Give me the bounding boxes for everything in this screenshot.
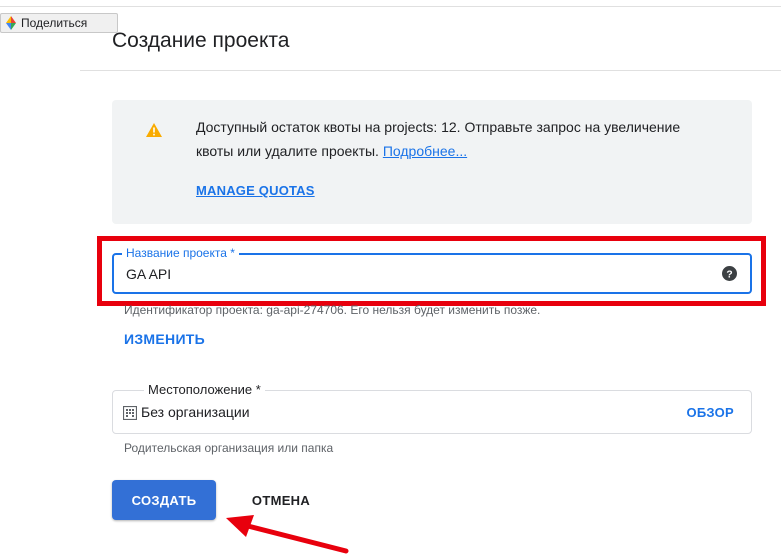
page-title: Создание проекта [112, 29, 290, 52]
share-label: Поделиться [21, 16, 88, 30]
location-value: Без организации [141, 404, 250, 420]
share-button[interactable]: Поделиться [0, 13, 118, 33]
location-hint: Родительская организация или папка [124, 441, 334, 455]
create-button[interactable]: СОЗДАТЬ [112, 480, 216, 520]
top-divider [0, 6, 781, 7]
warning-icon [146, 123, 162, 137]
share-logo-icon [6, 16, 16, 30]
browse-button[interactable]: ОБЗОР [686, 405, 734, 420]
manage-quotas-link[interactable]: MANAGE QUOTAS [196, 183, 315, 198]
learn-more-link[interactable]: Подробнее... [383, 143, 467, 159]
project-id-text: Идентификатор проекта: ga-api-274706. Ег… [124, 303, 541, 317]
building-icon [123, 406, 137, 420]
quota-message: Доступный остаток квоты на projects: 12.… [196, 115, 716, 163]
location-label: Местоположение * [144, 382, 265, 398]
quota-notice: Доступный остаток квоты на projects: 12.… [112, 100, 752, 224]
title-divider [80, 70, 781, 71]
highlight-annotation [97, 236, 766, 306]
arrow-annotation [226, 515, 349, 554]
change-id-button[interactable]: ИЗМЕНИТЬ [124, 331, 205, 347]
location-field[interactable]: Местоположение * Без организации ОБЗОР [112, 382, 752, 434]
